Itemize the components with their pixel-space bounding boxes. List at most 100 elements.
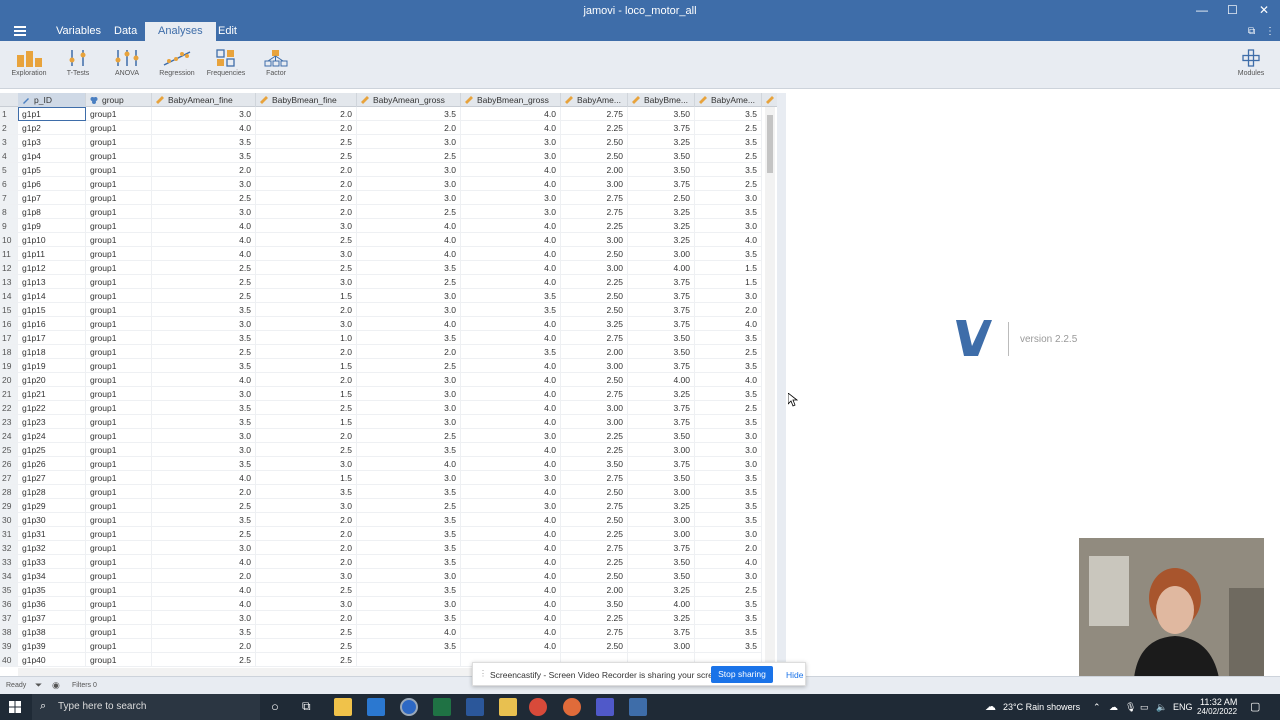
table-cell[interactable]: 3.5 [357, 513, 461, 527]
table-cell[interactable]: 3.75 [628, 401, 695, 415]
table-cell[interactable]: 4.0 [461, 541, 561, 555]
table-cell[interactable]: 3.5 [695, 331, 762, 345]
table-cell[interactable]: 3.0 [152, 429, 256, 443]
table-cell[interactable]: 3.5 [695, 485, 762, 499]
table-cell[interactable]: group1 [86, 219, 152, 233]
table-cell[interactable]: 2.5 [152, 653, 256, 667]
column-header[interactable]: group [86, 93, 152, 107]
teams-icon[interactable] [596, 698, 614, 716]
table-cell[interactable]: 4.0 [461, 373, 561, 387]
minimize-icon[interactable]: — [1196, 3, 1208, 17]
table-cell[interactable]: 4.0 [152, 219, 256, 233]
table-cell[interactable]: 2.0 [256, 345, 357, 359]
table-cell[interactable]: 3.0 [695, 219, 762, 233]
table-row[interactable]: 28 g1p28 group1 2.0 3.5 3.5 4.0 2.50 3.00 3.5 [0, 485, 777, 499]
table-row[interactable]: 39 g1p39 group1 2.0 2.5 3.5 4.0 2.50 3.00 3.5 [0, 639, 777, 653]
weather-text[interactable]: 23°C Rain showers [1003, 702, 1080, 712]
table-cell[interactable]: 3.0 [695, 443, 762, 457]
table-row[interactable]: 15 g1p15 group1 3.5 2.0 3.0 3.5 2.50 3.75 2.0 [0, 303, 777, 317]
factor-button[interactable]: Factor [253, 49, 299, 77]
table-cell[interactable]: 3.0 [256, 597, 357, 611]
table-cell[interactable]: 4.0 [461, 639, 561, 653]
table-cell[interactable]: 2.0 [256, 303, 357, 317]
table-row[interactable]: 6 g1p6 group1 3.0 2.0 3.0 4.0 3.00 3.75 2.5 [0, 177, 777, 191]
table-cell[interactable]: 4.0 [695, 555, 762, 569]
table-cell[interactable]: 3.5 [695, 597, 762, 611]
table-cell[interactable]: 2.5 [152, 289, 256, 303]
table-cell[interactable]: 2.5 [256, 639, 357, 653]
data-spreadsheet[interactable]: p_ID group BabyAmean_fine BabyBmean_fine… [0, 93, 777, 668]
table-cell[interactable]: 4.0 [461, 485, 561, 499]
table-cell[interactable]: 3.00 [561, 233, 628, 247]
table-cell[interactable]: 4.0 [461, 457, 561, 471]
table-cell[interactable]: g1p24 [18, 429, 86, 443]
table-cell[interactable]: 2.5 [256, 261, 357, 275]
more-options-icon[interactable]: ⋮ [1265, 26, 1275, 37]
windows-start-icon[interactable] [9, 701, 21, 713]
table-cell[interactable]: 3.0 [357, 373, 461, 387]
table-cell[interactable]: 3.5 [695, 625, 762, 639]
table-cell[interactable]: g1p20 [18, 373, 86, 387]
table-cell[interactable]: 2.5 [695, 121, 762, 135]
table-cell[interactable]: 2.5 [695, 345, 762, 359]
table-cell[interactable]: 2.0 [256, 611, 357, 625]
table-cell[interactable]: group1 [86, 625, 152, 639]
table-row[interactable]: 32 g1p32 group1 3.0 2.0 3.5 4.0 2.75 3.75 2.0 [0, 541, 777, 555]
table-cell[interactable]: 3.5 [695, 415, 762, 429]
table-cell[interactable]: 2.25 [561, 555, 628, 569]
table-cell[interactable]: 2.75 [561, 191, 628, 205]
table-cell[interactable]: 3.0 [695, 191, 762, 205]
table-cell[interactable]: 2.75 [561, 107, 628, 121]
table-cell[interactable]: 3.5 [357, 261, 461, 275]
table-cell[interactable]: 2.0 [256, 163, 357, 177]
table-row[interactable]: 37 g1p37 group1 3.0 2.0 3.5 4.0 2.25 3.25 3.5 [0, 611, 777, 625]
table-cell[interactable]: 2.50 [561, 149, 628, 163]
table-cell[interactable]: 4.0 [461, 359, 561, 373]
table-cell[interactable]: g1p14 [18, 289, 86, 303]
table-cell[interactable]: 4.0 [461, 555, 561, 569]
table-cell[interactable]: 4.0 [461, 163, 561, 177]
weather-icon[interactable]: ☁ [985, 700, 996, 713]
table-cell[interactable]: 2.0 [152, 639, 256, 653]
tab-data[interactable]: Data [101, 22, 150, 41]
table-cell[interactable]: 4.0 [357, 247, 461, 261]
table-cell[interactable]: group1 [86, 289, 152, 303]
table-cell[interactable]: 3.5 [695, 471, 762, 485]
table-cell[interactable]: 4.0 [461, 107, 561, 121]
table-cell[interactable]: 2.25 [561, 611, 628, 625]
table-cell[interactable]: g1p8 [18, 205, 86, 219]
table-cell[interactable]: group1 [86, 597, 152, 611]
table-cell[interactable]: 4.0 [695, 233, 762, 247]
table-cell[interactable]: 2.25 [561, 275, 628, 289]
table-row[interactable]: 2 g1p2 group1 4.0 2.0 2.0 4.0 2.25 3.75 2.5 [0, 121, 777, 135]
table-cell[interactable]: 4.0 [357, 317, 461, 331]
table-cell[interactable]: g1p39 [18, 639, 86, 653]
drag-handle-icon[interactable]: ⋮ [479, 669, 487, 678]
table-cell[interactable]: 4.0 [461, 443, 561, 457]
table-cell[interactable]: 3.75 [628, 121, 695, 135]
table-cell[interactable]: group1 [86, 443, 152, 457]
table-row[interactable]: 29 g1p29 group1 2.5 3.0 2.5 3.0 2.75 3.25 3.5 [0, 499, 777, 513]
table-cell[interactable]: 1.5 [256, 387, 357, 401]
table-cell[interactable]: g1p23 [18, 415, 86, 429]
pane-splitter[interactable] [777, 93, 786, 675]
table-cell[interactable]: 2.5 [357, 499, 461, 513]
table-cell[interactable]: 2.5 [357, 429, 461, 443]
table-cell[interactable]: 3.50 [628, 471, 695, 485]
table-cell[interactable]: 2.5 [152, 345, 256, 359]
table-cell[interactable]: 3.5 [695, 107, 762, 121]
table-cell[interactable]: 3.5 [695, 639, 762, 653]
table-cell[interactable]: 4.0 [357, 233, 461, 247]
table-cell[interactable]: 2.5 [695, 583, 762, 597]
table-cell[interactable]: 3.50 [628, 149, 695, 163]
table-cell[interactable]: 3.5 [461, 289, 561, 303]
hide-button[interactable]: Hide [786, 670, 803, 680]
table-cell[interactable]: 3.0 [357, 597, 461, 611]
table-cell[interactable]: 2.75 [561, 625, 628, 639]
table-row[interactable]: 25 g1p25 group1 3.0 2.5 3.5 4.0 2.25 3.00 3.0 [0, 443, 777, 457]
table-cell[interactable]: 3.5 [357, 639, 461, 653]
table-cell[interactable]: 3.5 [695, 611, 762, 625]
table-cell[interactable]: 3.50 [561, 457, 628, 471]
anova-button[interactable]: ANOVA [104, 49, 150, 77]
table-cell[interactable]: 3.5 [695, 359, 762, 373]
